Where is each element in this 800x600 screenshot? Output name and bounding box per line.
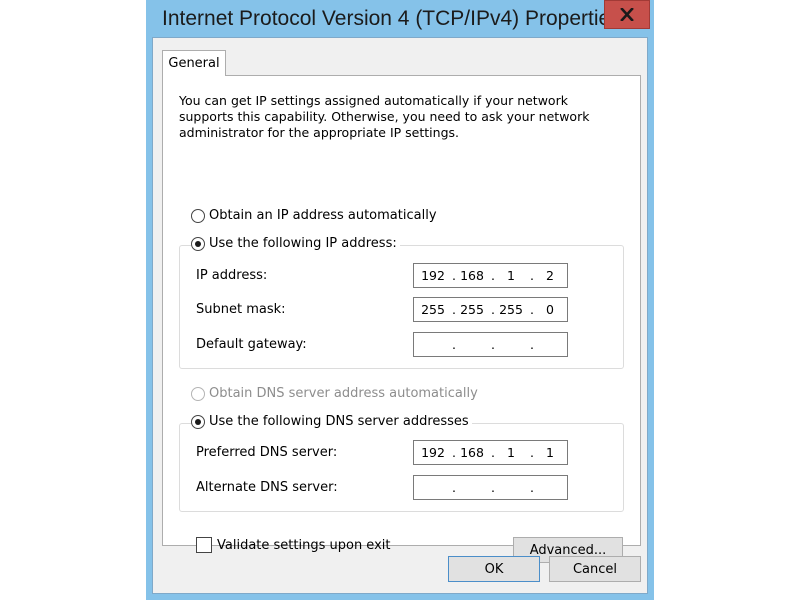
ip-dot: . (491, 337, 495, 352)
radio-obtain-dns-auto-label: Obtain DNS server address automatically (209, 386, 478, 401)
window-title: Internet Protocol Version 4 (TCP/IPv4) P… (162, 7, 621, 30)
validate-settings-checkbox[interactable] (196, 537, 212, 553)
ip-octet-4: 2 (546, 268, 554, 283)
ip-dot: . (452, 480, 456, 495)
dialog-window: Internet Protocol Version 4 (TCP/IPv4) P… (146, 0, 654, 600)
radio-use-following-ip-row[interactable]: Use the following IP address: (191, 236, 400, 251)
radio-obtain-ip-auto-label: Obtain an IP address automatically (209, 208, 437, 223)
default-gateway-input[interactable]: . . . (413, 332, 568, 357)
description-text: You can get IP settings assigned automat… (179, 93, 590, 140)
ip-octet-2: 255 (460, 302, 484, 317)
radio-use-following-ip-label: Use the following IP address: (209, 236, 397, 251)
radio-use-following-ip[interactable] (191, 236, 205, 251)
ip-octet-3: 255 (499, 302, 523, 317)
ok-button[interactable]: OK (448, 556, 540, 582)
radio-obtain-dns-auto-row[interactable]: Obtain DNS server address automatically (191, 386, 481, 401)
ip-octet-1: 192 (421, 445, 445, 460)
ip-octet-1: 192 (421, 268, 445, 283)
ip-dot: . (530, 337, 534, 352)
ip-octet-3: 1 (507, 268, 515, 283)
subnet-mask-input[interactable]: 255 . 255 . 255 . 0 (413, 297, 568, 322)
ip-octet-4: 0 (546, 302, 554, 317)
validate-settings-row[interactable]: Validate settings upon exit (196, 537, 390, 553)
radio-obtain-ip-auto[interactable] (191, 208, 205, 223)
radio-use-following-dns-row[interactable]: Use the following DNS server addresses (191, 414, 472, 429)
radio-obtain-ip-auto-row[interactable]: Obtain an IP address automatically (191, 208, 440, 223)
preferred-dns-label: Preferred DNS server: (196, 445, 338, 460)
ip-octet-4: 1 (546, 445, 554, 460)
alternate-dns-input[interactable]: . . . (413, 475, 568, 500)
ip-address-label: IP address: (196, 268, 268, 283)
cancel-button[interactable]: Cancel (549, 556, 641, 582)
ip-dot: . (491, 480, 495, 495)
ip-dot: . (530, 480, 534, 495)
close-button[interactable] (604, 0, 650, 29)
radio-use-following-dns-label: Use the following DNS server addresses (209, 414, 469, 429)
ip-octet-2: 168 (460, 268, 484, 283)
ip-address-input[interactable]: 192 . 168 . 1 . 2 (413, 263, 568, 288)
radio-obtain-dns-auto[interactable] (191, 386, 205, 401)
radio-use-following-dns[interactable] (191, 414, 205, 429)
default-gateway-label: Default gateway: (196, 337, 307, 352)
subnet-mask-label: Subnet mask: (196, 302, 286, 317)
ip-octet-3: 1 (507, 445, 515, 460)
ip-dot: . (452, 337, 456, 352)
preferred-dns-input[interactable]: 192 . 168 . 1 . 1 (413, 440, 568, 465)
alternate-dns-label: Alternate DNS server: (196, 480, 338, 495)
dialog-client-area: General You can get IP settings assigned… (152, 37, 648, 594)
ip-octet-1: 255 (421, 302, 445, 317)
ip-octet-2: 168 (460, 445, 484, 460)
general-tab-panel: You can get IP settings assigned automat… (162, 75, 641, 563)
validate-settings-label: Validate settings upon exit (217, 537, 391, 553)
close-icon (620, 8, 634, 21)
tab-general[interactable]: General (162, 50, 226, 76)
